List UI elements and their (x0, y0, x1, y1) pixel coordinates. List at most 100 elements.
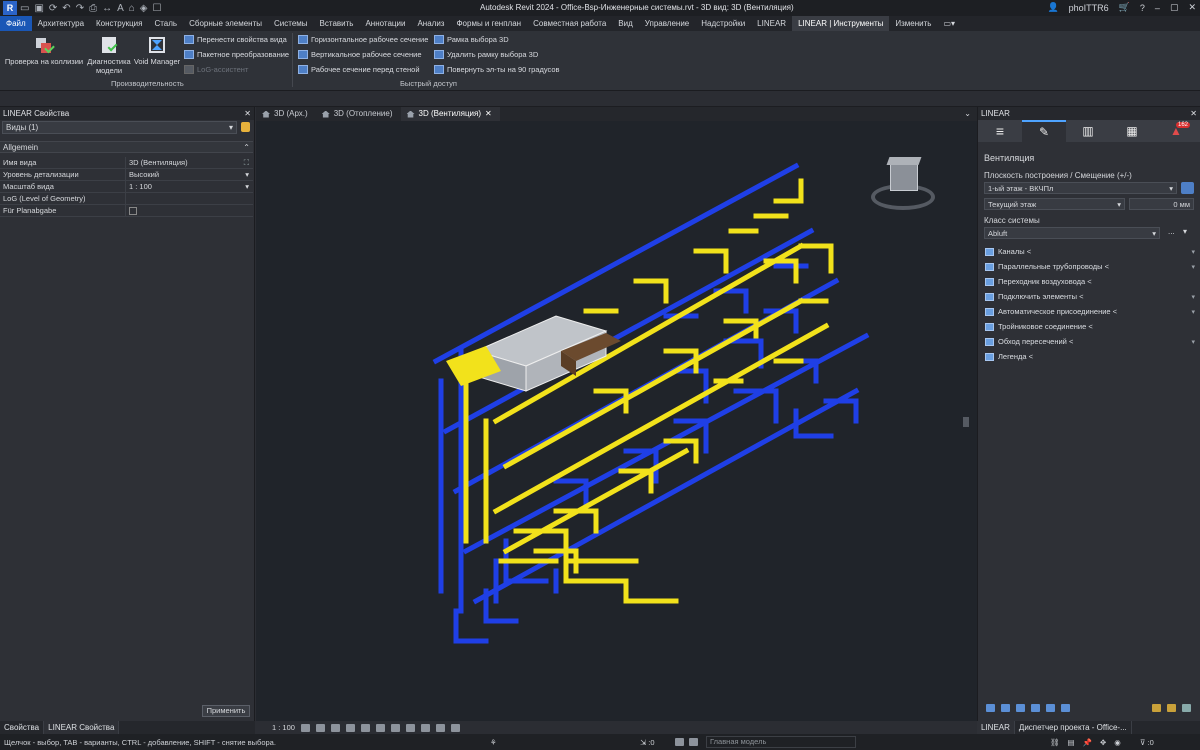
maximize-icon[interactable]: ▢ (1170, 2, 1179, 13)
minimize-icon[interactable]: – (1155, 3, 1160, 13)
menu-tab[interactable]: ≡ (978, 120, 1022, 142)
edit-name-icon[interactable]: ⛶ (244, 157, 249, 168)
tool-icon-2[interactable] (1001, 704, 1010, 712)
selection-icon[interactable]: ⇲ (640, 738, 646, 747)
face-select-icon[interactable]: ◉ (1114, 738, 1121, 747)
function-connect-elements[interactable]: Подключить элементы < ▾ (985, 290, 1195, 303)
show-crop-icon[interactable] (390, 723, 400, 732)
function-ducts[interactable]: Каналы < ▾ (985, 245, 1195, 258)
chevron-down-icon[interactable]: ▾ (1183, 227, 1187, 236)
section-icon[interactable]: ◈ (140, 3, 148, 14)
chevron-down-icon[interactable]: ▾ (1191, 338, 1195, 346)
close-icon[interactable]: ✕ (1188, 2, 1196, 13)
editable-only-icon[interactable] (689, 738, 698, 746)
tab-properties[interactable]: Свойства (0, 721, 45, 734)
tool-icon-5[interactable] (1046, 704, 1055, 712)
menu-tab-11[interactable]: Вид (612, 16, 638, 31)
apply-button[interactable]: Применить (202, 705, 250, 717)
redo-icon[interactable]: ↷ (76, 3, 84, 14)
revit-logo[interactable]: R (3, 1, 17, 15)
horizontal-section-button[interactable]: Горизонтальное рабочее сечение (298, 35, 428, 44)
tab-3d-heating[interactable]: 3D (Отопление) (316, 107, 401, 121)
menu-tab-0[interactable]: Файл (0, 16, 32, 31)
view-scale[interactable]: 1 : 100 (272, 723, 295, 732)
vertical-scrollbar-thumb[interactable] (963, 417, 969, 427)
menu-tab-14[interactable]: LINEAR (751, 16, 792, 31)
filter-icon[interactable]: ⊽ (1140, 738, 1146, 747)
level-select[interactable]: Текущий этаж ▾ (984, 198, 1125, 210)
property-section-header[interactable]: Allgemein ⌃ (0, 141, 253, 153)
save-icon[interactable]: ▣ (34, 3, 43, 14)
undo-icon[interactable]: ↶ (62, 3, 70, 14)
visual-style-icon[interactable] (315, 723, 325, 732)
menu-tab-2[interactable]: Конструкция (90, 16, 148, 31)
library-tab[interactable]: ▥ (1066, 120, 1110, 142)
tab-3d-arch[interactable]: 3D (Арх.) (256, 107, 316, 121)
chevron-down-icon[interactable]: ▾ (1191, 293, 1195, 301)
temporary-hide-icon[interactable] (420, 723, 430, 732)
transfer-view-properties-button[interactable]: Перенести свойства вида (184, 35, 287, 44)
menu-tab-10[interactable]: Совместная работа (527, 16, 612, 31)
tool-icon-1[interactable] (986, 704, 995, 712)
planabgabe-checkbox[interactable] (129, 207, 137, 215)
link-icon[interactable]: ⛓ (1050, 738, 1060, 747)
design-options-icon[interactable] (675, 738, 684, 746)
tool-icon-4[interactable] (1031, 704, 1040, 712)
menu-tab-13[interactable]: Надстройки (695, 16, 751, 31)
cube-face[interactable] (890, 161, 918, 191)
info-tool-icon[interactable] (1182, 704, 1191, 712)
underlay-icon[interactable]: ▤ (1068, 738, 1075, 747)
tabs-menu-icon[interactable]: ⌄ (964, 107, 977, 121)
sun-path-icon[interactable] (330, 723, 340, 732)
tab-3d-ventilation[interactable]: 3D (Вентиляция) ✕ (400, 107, 500, 121)
help-icon[interactable]: ? (1140, 3, 1145, 13)
level-settings-icon[interactable] (1181, 182, 1194, 194)
menu-tab-8[interactable]: Анализ (411, 16, 450, 31)
chevron-down-icon[interactable]: ▾ (1191, 248, 1195, 256)
crop-view-icon[interactable] (375, 723, 385, 732)
shadows-icon[interactable] (345, 723, 355, 732)
drag-icon[interactable]: ✥ (1100, 738, 1106, 747)
sync-icon[interactable]: ⟳ (49, 3, 57, 14)
menu-tab-1[interactable]: Архитектура (32, 16, 90, 31)
close-panel-icon[interactable]: ✕ (1190, 109, 1197, 118)
3d-viewport[interactable] (256, 121, 977, 721)
selection-box-3d-button[interactable]: Рамка выбора 3D (434, 35, 509, 44)
lock-3d-icon[interactable] (405, 723, 415, 732)
function-parallel-pipes[interactable]: Параллельные трубопроводы < ▾ (985, 260, 1195, 273)
menu-tab-16[interactable]: Изменить (889, 16, 937, 31)
log-assistant-button[interactable]: LoG-ассистент (184, 65, 248, 74)
settings-tool-icon[interactable] (1167, 704, 1176, 712)
lock-icon[interactable] (241, 122, 250, 132)
function-bypass-intersections[interactable]: Обход пересечений < ▾ (985, 335, 1195, 348)
function-legend[interactable]: Легенда < (985, 350, 1195, 363)
ribbon-display-toggle-icon[interactable]: ▭▾ (937, 16, 961, 31)
clash-check-button[interactable]: Проверка на коллизии (3, 35, 85, 66)
warnings-tab[interactable]: ▲ 162 (1154, 120, 1198, 142)
batch-convert-button[interactable]: Пакетное преобразование (184, 50, 289, 59)
menu-tab-4[interactable]: Сборные элементы (183, 16, 268, 31)
menu-tab-9[interactable]: Формы и генплан (450, 16, 527, 31)
detail-level-icon[interactable] (300, 723, 310, 732)
void-manager-button[interactable]: Void Manager (133, 35, 181, 66)
vertical-section-button[interactable]: Вертикальное рабочее сечение (298, 50, 422, 59)
user-name[interactable]: phoITTR6 (1069, 3, 1109, 13)
remove-selection-box-button[interactable]: Удалить рамку выбора 3D (434, 50, 538, 59)
view-cube[interactable] (868, 151, 938, 221)
menu-tab-6[interactable]: Вставить (314, 16, 360, 31)
menu-tab-5[interactable]: Системы (268, 16, 314, 31)
function-duct-transition[interactable]: Переходник воздуховода < (985, 275, 1195, 288)
reveal-hidden-icon[interactable] (435, 723, 445, 732)
wall-section-button[interactable]: Рабочее сечение перед стеной (298, 65, 420, 74)
warning-tool-icon[interactable] (1152, 704, 1161, 712)
menu-tab-15[interactable]: LINEAR | Инструменты (792, 16, 890, 31)
cart-icon[interactable]: 🛒 (1119, 2, 1130, 13)
close-tab-icon[interactable]: ✕ (485, 107, 492, 121)
pinned-icon[interactable]: 📌 (1083, 738, 1092, 747)
open-icon[interactable]: ▭ (20, 3, 29, 14)
worksets-icon[interactable]: ⚘ (490, 738, 497, 747)
function-auto-connect[interactable]: Автоматическое присоединение < ▾ (985, 305, 1195, 318)
render-icon[interactable] (360, 723, 370, 732)
close-panel-icon[interactable]: ✕ (244, 109, 251, 118)
chevron-down-icon[interactable]: ▾ (1191, 308, 1195, 316)
